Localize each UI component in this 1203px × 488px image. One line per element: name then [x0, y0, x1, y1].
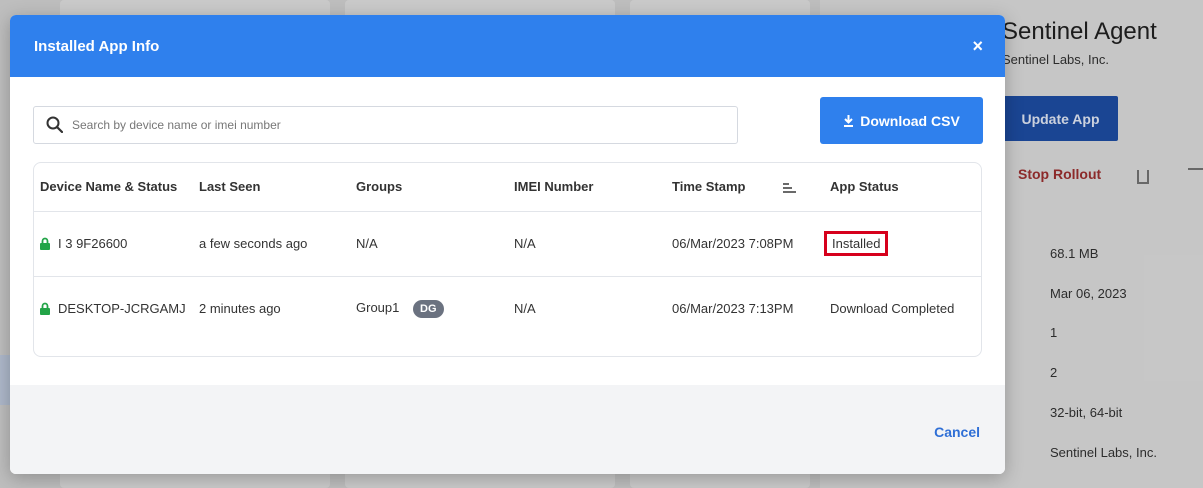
- table-row[interactable]: I 3 9F26600 a few seconds ago N/A N/A 06…: [34, 211, 981, 277]
- last-seen-cell: a few seconds ago: [193, 211, 350, 277]
- search-icon: [46, 116, 63, 133]
- column-last-seen[interactable]: Last Seen: [193, 163, 350, 212]
- search-box[interactable]: [33, 105, 738, 144]
- group-badge: DG: [413, 299, 444, 318]
- app-status-cell: Download Completed: [830, 301, 955, 317]
- lock-icon: [40, 302, 50, 316]
- column-imei[interactable]: IMEI Number: [508, 163, 666, 212]
- download-icon: [844, 114, 854, 127]
- time-stamp-cell: 06/Mar/2023 7:08PM: [666, 211, 824, 277]
- app-status-cell: Installed: [824, 211, 981, 277]
- table-header-row: Device Name & Status Last Seen Groups IM…: [34, 163, 981, 212]
- cancel-button[interactable]: Cancel: [934, 424, 980, 440]
- column-app-status[interactable]: App Status: [824, 163, 981, 212]
- time-stamp-cell: 06/Mar/2023 7:13PM: [672, 301, 794, 317]
- group-name: Group1: [356, 299, 400, 315]
- download-csv-button[interactable]: Download CSV: [820, 97, 983, 144]
- modal-title: Installed App Info: [34, 37, 160, 55]
- last-seen-cell: 2 minutes ago: [199, 301, 281, 317]
- lock-icon: [40, 237, 50, 250]
- groups-cell: Group1 DG: [350, 276, 508, 341]
- search-input[interactable]: [72, 117, 712, 132]
- imei-cell: N/A: [514, 301, 536, 317]
- modal-footer: Cancel: [10, 385, 1005, 474]
- imei-cell: N/A: [508, 211, 666, 277]
- modal-body: Download CSV Device Name & Status Last S…: [10, 77, 1005, 385]
- column-groups[interactable]: Groups: [350, 163, 508, 212]
- close-icon[interactable]: ×: [972, 37, 983, 55]
- modal-header: Installed App Info ×: [10, 15, 1005, 77]
- groups-cell: N/A: [350, 211, 508, 277]
- column-time-stamp[interactable]: Time Stamp: [666, 163, 824, 212]
- table-row[interactable]: DESKTOP-JCRGAMJ 2 minutes ago Group1 DG …: [34, 276, 981, 341]
- download-csv-label: Download CSV: [860, 112, 960, 129]
- toolbar: Download CSV: [33, 97, 983, 144]
- device-cell: DESKTOP-JCRGAMJ: [34, 276, 193, 341]
- column-device-name[interactable]: Device Name & Status: [34, 163, 193, 212]
- device-name[interactable]: I 3 9F26600: [58, 236, 186, 252]
- device-name[interactable]: DESKTOP-JCRGAMJ: [58, 301, 186, 317]
- sort-icon[interactable]: [783, 182, 797, 193]
- device-cell: I 3 9F26600: [34, 211, 193, 277]
- installed-devices-table: Device Name & Status Last Seen Groups IM…: [33, 162, 982, 357]
- app-status-installed: Installed: [824, 231, 889, 256]
- installed-app-info-modal: Installed App Info × Download CSV: [10, 15, 1005, 474]
- column-time-stamp-label: Time Stamp: [672, 179, 746, 195]
